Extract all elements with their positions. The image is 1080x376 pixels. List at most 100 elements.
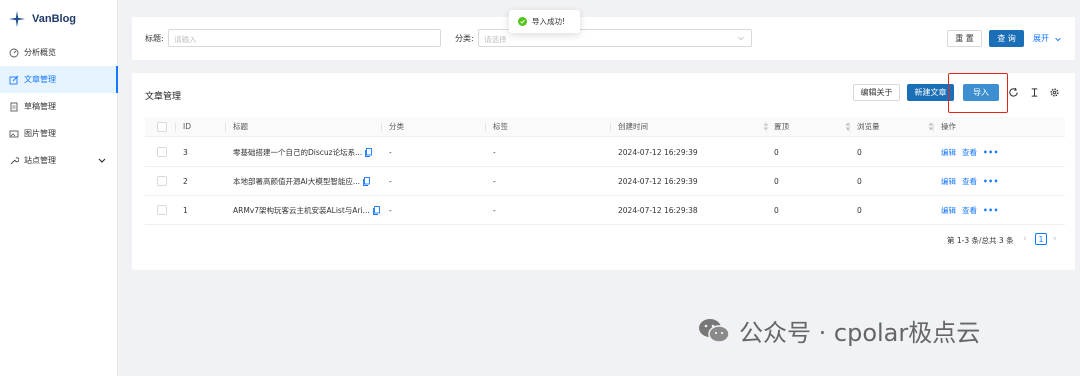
chevron-down-icon: [1054, 37, 1061, 41]
chevron-down-icon: [738, 36, 744, 41]
header-top: 置顶: [774, 122, 789, 131]
reset-button[interactable]: 重 置: [947, 30, 982, 47]
table-row: 1 ARMv7架构玩客云主机安装AList与Ari... - - 2024-07…: [145, 196, 1065, 225]
cell-top: 0: [774, 205, 779, 215]
reload-icon[interactable]: [1008, 87, 1019, 98]
cell-tags: -: [493, 176, 496, 186]
cell-id: 3: [183, 147, 188, 157]
cell-id: 1: [183, 205, 188, 215]
view-link[interactable]: 查看: [962, 205, 977, 216]
table-row: 2 本地部署高颜值开源AI大模型智能应... - - 2024-07-12 16…: [145, 167, 1065, 196]
new-article-button[interactable]: 新建文章: [907, 84, 954, 101]
cell-category: -: [389, 147, 392, 157]
copy-icon[interactable]: [365, 147, 373, 157]
query-button[interactable]: 查 询: [989, 30, 1024, 47]
row-checkbox[interactable]: [157, 196, 167, 224]
cell-created: 2024-07-12 16:29:38: [618, 205, 698, 215]
app-name: VanBlog: [32, 13, 77, 25]
header-views: 浏览量: [857, 122, 880, 131]
cell-tags: -: [493, 205, 496, 215]
cell-id: 2: [183, 176, 188, 186]
cell-category: -: [389, 205, 392, 215]
header-actions: 操作: [941, 122, 956, 131]
cell-tags: -: [493, 147, 496, 157]
table-row: 3 零基础搭建一个自己的Discuz论坛系... - - 2024-07-12 …: [145, 138, 1065, 167]
edit-link[interactable]: 编辑: [941, 147, 956, 158]
sidebar-item-articles[interactable]: 文章管理: [0, 66, 118, 93]
settings-icon[interactable]: [1049, 87, 1060, 98]
success-toast: 导入成功!: [509, 10, 580, 33]
cell-title[interactable]: ARMv7架构玩客云主机安装AList与Ari...: [233, 196, 380, 224]
expand-link[interactable]: 展开: [1033, 33, 1062, 44]
cell-category: -: [389, 176, 392, 186]
more-icon[interactable]: •••: [983, 148, 999, 157]
edit-icon: [9, 75, 19, 84]
sidebar-item-dashboard[interactable]: 分析概览: [0, 39, 117, 66]
header-created: 创建时间: [618, 122, 648, 131]
sidebar: VanBlog 分析概览 文章管理 草稿管理 图片管理 站点管理: [0, 0, 118, 376]
select-all-checkbox[interactable]: [157, 117, 167, 136]
sort-icon[interactable]: [759, 117, 769, 136]
sidebar-item-label: 草稿管理: [24, 102, 56, 111]
more-icon[interactable]: •••: [983, 206, 999, 215]
wechat-icon: [699, 318, 730, 343]
copy-icon[interactable]: [372, 205, 380, 215]
more-icon[interactable]: •••: [983, 177, 999, 186]
cell-title[interactable]: 本地部署高颜值开源AI大模型智能应...: [233, 167, 370, 195]
dashboard-icon: [9, 48, 19, 57]
articles-card: 文章管理 编辑关于 新建文章 导入 ID 标题 分类 标签 创建时间 置顶 浏览…: [132, 73, 1075, 270]
cell-actions: 编辑 查看 •••: [941, 138, 999, 166]
table-header: ID 标题 分类 标签 创建时间 置顶 浏览量 操作: [145, 117, 1065, 137]
row-checkbox[interactable]: [157, 167, 167, 195]
edit-link[interactable]: 编辑: [941, 205, 956, 216]
cell-top: 0: [774, 147, 779, 157]
page-button[interactable]: 1: [1035, 233, 1047, 245]
edit-link[interactable]: 编辑: [941, 176, 956, 187]
highlight-box: [948, 73, 1008, 113]
sidebar-item-site[interactable]: 站点管理: [0, 147, 117, 174]
draft-icon: [10, 102, 18, 111]
watermark: 公众号 · cpolar极点云: [697, 313, 980, 348]
cell-top: 0: [774, 176, 779, 186]
view-link[interactable]: 查看: [962, 147, 977, 158]
toast-message: 导入成功!: [532, 17, 566, 26]
watermark-text: 公众号 · cpolar极点云: [739, 319, 981, 347]
row-checkbox[interactable]: [157, 138, 167, 166]
cell-actions: 编辑 查看 •••: [941, 196, 999, 224]
cell-created: 2024-07-12 16:29:39: [618, 147, 698, 157]
edit-about-button[interactable]: 编辑关于: [853, 84, 900, 101]
cell-title[interactable]: 零基础搭建一个自己的Discuz论坛系...: [233, 138, 373, 166]
card-title: 文章管理: [145, 92, 182, 102]
title-input[interactable]: 请输入: [168, 29, 441, 47]
sidebar-item-label: 分析概览: [24, 48, 56, 57]
filter-bar: 标题: 请输入 分类: 请选择 重 置 查 询 展开: [132, 17, 1075, 60]
sidebar-item-label: 文章管理: [24, 75, 56, 84]
header-category: 分类: [389, 122, 404, 131]
pagination-summary: 第 1-3 条/总共 3 条: [947, 236, 1014, 245]
view-link[interactable]: 查看: [962, 176, 977, 187]
check-circle-icon: [518, 17, 527, 26]
logo-star-icon: [8, 10, 26, 28]
next-page-icon[interactable]: ›: [1053, 234, 1057, 244]
title-filter-label: 标题:: [145, 34, 164, 43]
header-title: 标题: [233, 122, 248, 131]
header-id: ID: [183, 122, 191, 131]
cell-views: 0: [857, 205, 862, 215]
cell-views: 0: [857, 176, 862, 186]
sidebar-item-label: 站点管理: [24, 156, 56, 165]
wrench-icon: [10, 156, 19, 164]
density-icon[interactable]: [1029, 87, 1040, 98]
sidebar-item-drafts[interactable]: 草稿管理: [0, 93, 117, 120]
cell-views: 0: [857, 147, 862, 157]
chevron-down-icon[interactable]: [97, 155, 107, 165]
header-tags: 标签: [493, 122, 508, 131]
sidebar-item-images[interactable]: 图片管理: [0, 120, 117, 147]
sidebar-item-label: 图片管理: [24, 129, 56, 138]
copy-icon[interactable]: [363, 176, 370, 186]
cell-actions: 编辑 查看 •••: [941, 167, 999, 195]
image-icon: [9, 130, 19, 137]
logo[interactable]: VanBlog: [0, 0, 117, 38]
category-filter-label: 分类:: [455, 34, 474, 43]
prev-page-icon[interactable]: ‹: [1023, 234, 1027, 244]
cell-created: 2024-07-12 16:29:39: [618, 176, 698, 186]
